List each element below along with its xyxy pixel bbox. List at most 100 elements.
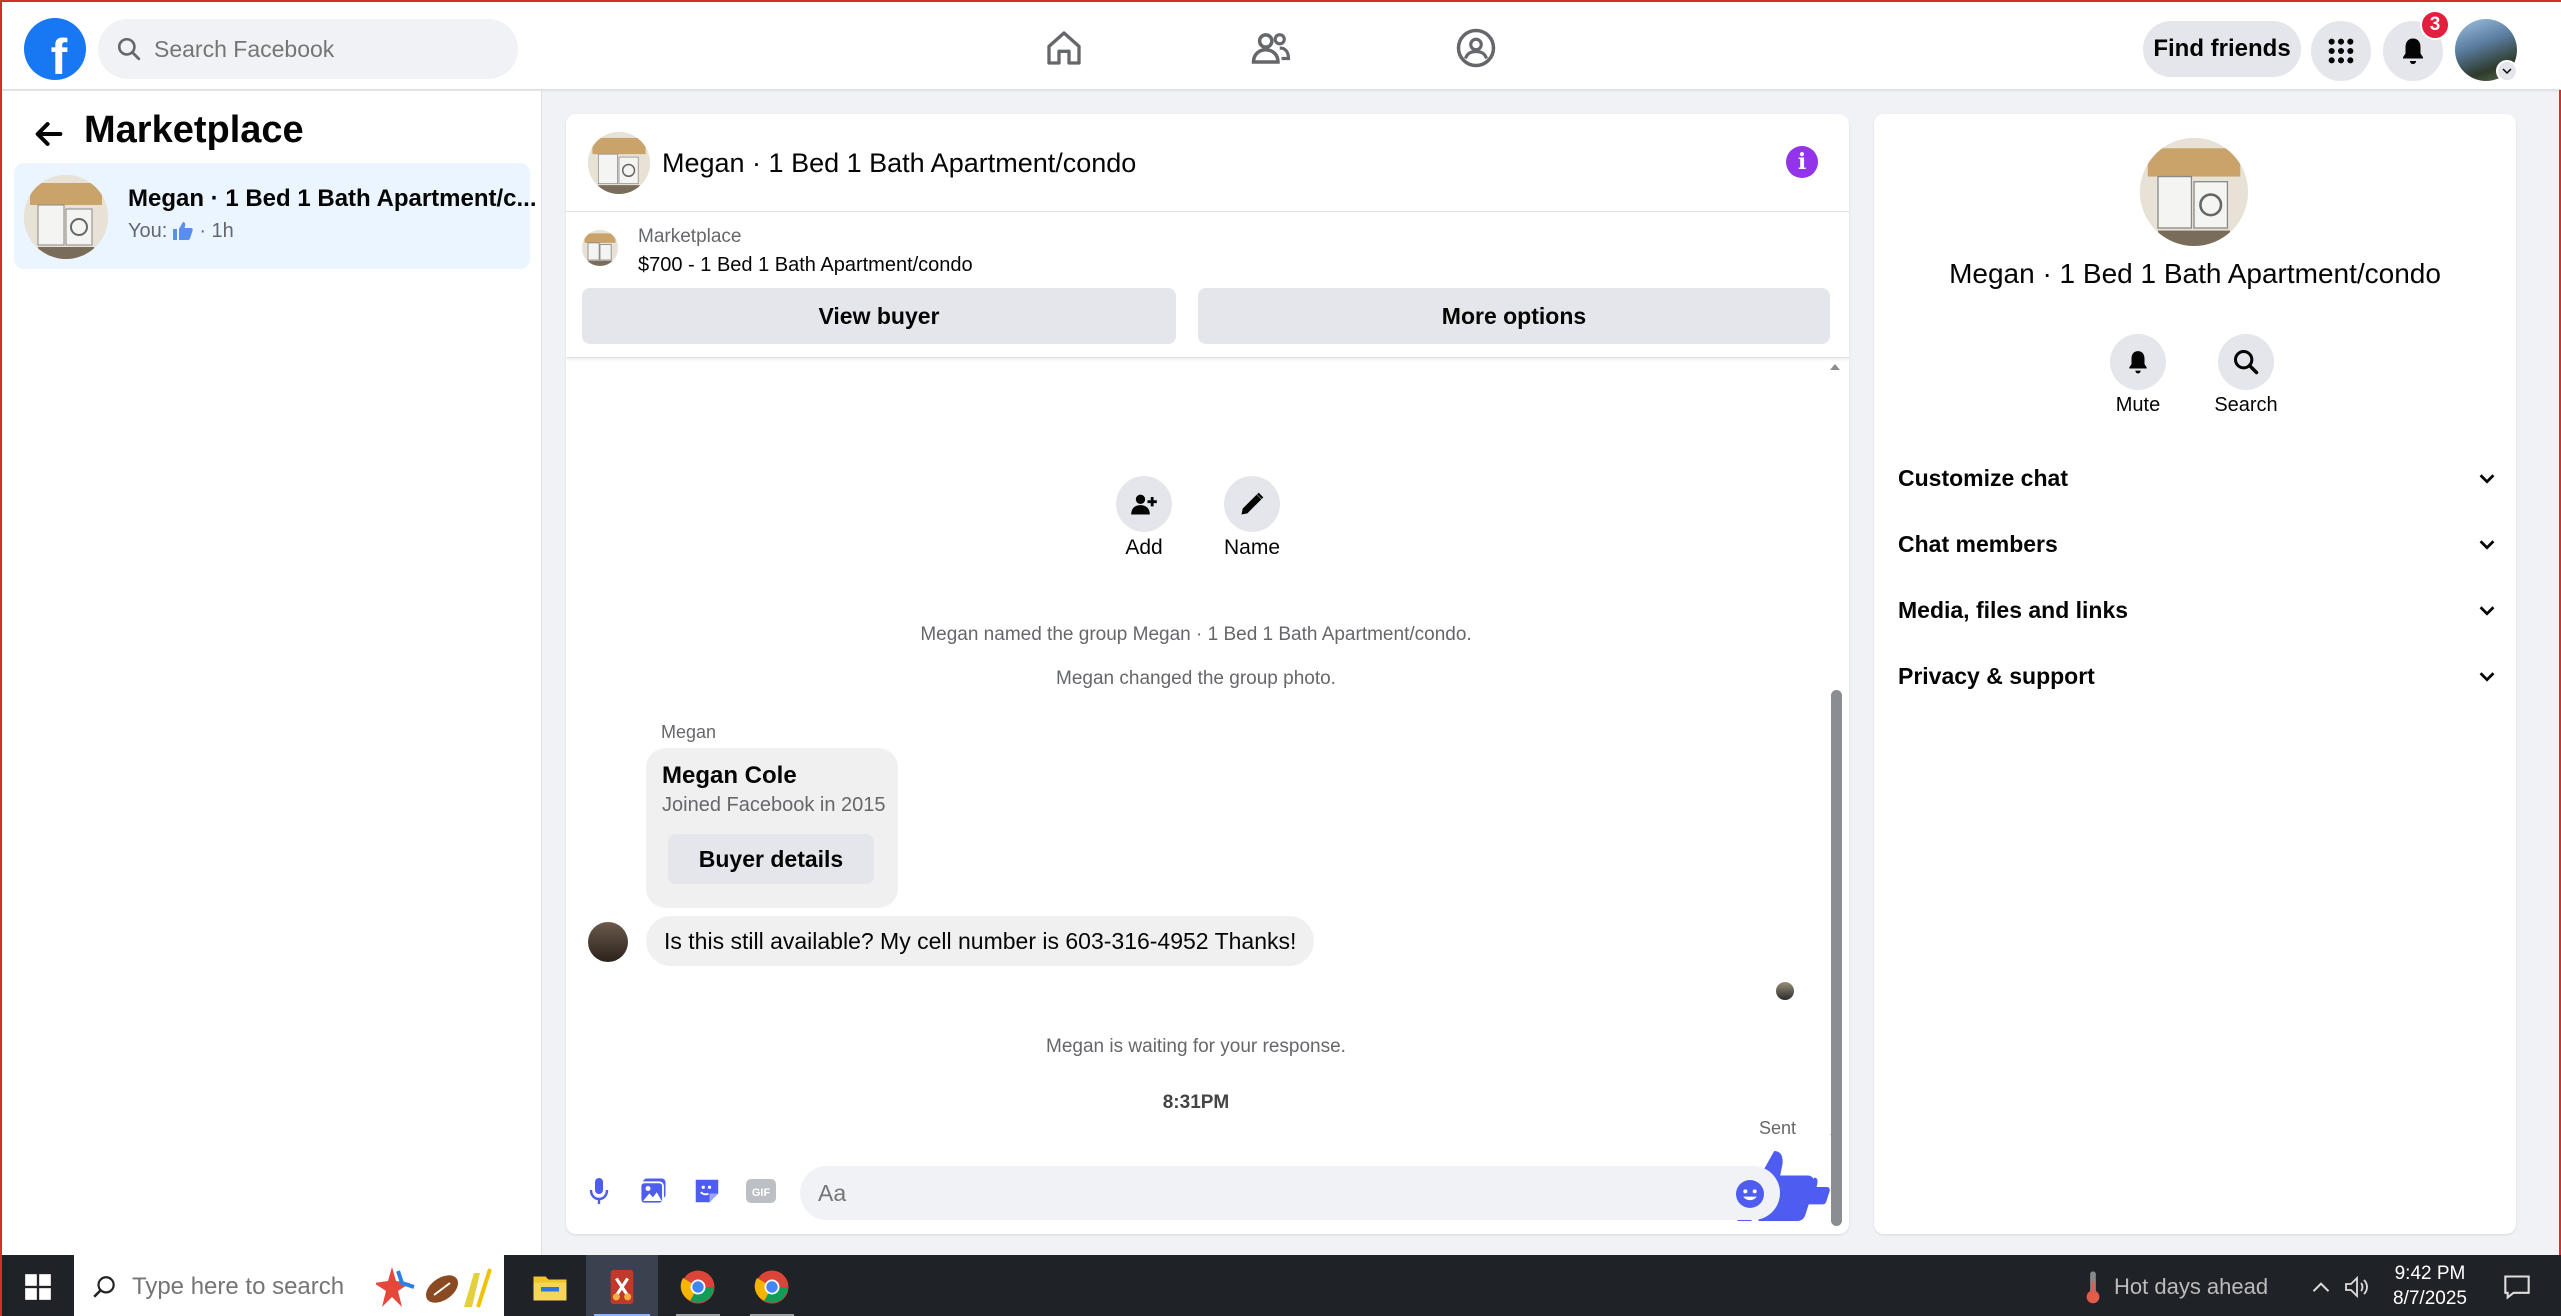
more-options-button[interactable]: More options: [1198, 288, 1830, 344]
snipping-tool-icon[interactable]: [586, 1255, 658, 1316]
section-label: Chat members: [1898, 530, 2058, 557]
search-icon: [93, 1275, 115, 1298]
sender-avatar[interactable]: [588, 922, 628, 962]
sidebar-title: Marketplace: [84, 109, 304, 151]
notification-count-badge: 3: [2420, 10, 2450, 40]
search-icon[interactable]: [2218, 334, 2274, 390]
add-person-icon[interactable]: [1116, 476, 1172, 532]
view-buyer-button[interactable]: View buyer: [582, 288, 1176, 344]
search-input[interactable]: [154, 35, 484, 63]
chat-title[interactable]: Megan · 1 Bed 1 Bath Apartment/condo: [662, 148, 1136, 179]
section-media-files-links[interactable]: Media, files and links: [1898, 585, 2498, 635]
chrome-icon[interactable]: [662, 1255, 734, 1316]
photo-icon[interactable]: [636, 1174, 670, 1208]
taskbar-search-box[interactable]: [74, 1255, 504, 1316]
message-timestamp: 8:31PM: [1162, 1092, 1230, 1113]
listing-thumbnail: [24, 175, 108, 259]
top-navigation-bar: f Find friends 3: [2, 2, 2561, 90]
message-input[interactable]: [818, 1179, 1698, 1207]
facebook-logo[interactable]: f: [24, 18, 86, 80]
thermometer-icon: [2086, 1270, 2100, 1303]
weather-text: Hot days ahead: [2114, 1273, 2269, 1299]
notification-center-icon[interactable]: [2500, 1255, 2534, 1316]
mute-label: Mute: [2115, 394, 2161, 416]
sender-name: Megan: [661, 722, 717, 742]
info-title: Megan · 1 Bed 1 Bath Apartment/condo: [1949, 258, 2441, 289]
buyer-info-card: Megan Cole Joined Facebook in 2015 Buyer…: [646, 748, 898, 908]
conversation-prefix: You:: [128, 219, 168, 242]
chat-header: Megan · 1 Bed 1 Bath Apartment/condo i: [566, 114, 1849, 212]
chat-group-photo[interactable]: [588, 132, 650, 194]
section-privacy-support[interactable]: Privacy & support: [1898, 651, 2498, 701]
chevron-down-icon[interactable]: [2496, 60, 2518, 82]
add-action-label: Add: [1125, 536, 1163, 559]
menu-grid-icon[interactable]: [2311, 21, 2371, 81]
message-input-box[interactable]: [800, 1166, 1780, 1220]
section-label: Customize chat: [1898, 464, 2068, 491]
facebook-search-box[interactable]: [98, 19, 518, 79]
name-action-label: Name: [1223, 536, 1281, 559]
gif-icon[interactable]: GIF: [744, 1174, 778, 1208]
chevron-down-icon: [2479, 474, 2495, 484]
chat-panel: Megan · 1 Bed 1 Bath Apartment/condo i M…: [566, 114, 1849, 1234]
info-icon[interactable]: i: [1786, 146, 1818, 178]
search-highlight-icon: [376, 1267, 492, 1308]
read-receipt-avatar: [1776, 982, 1794, 1000]
microphone-icon[interactable]: [582, 1174, 616, 1208]
search-icon: [117, 37, 141, 61]
chevron-down-icon: [2479, 606, 2495, 616]
back-arrow-icon[interactable]: [32, 117, 66, 151]
conversation-list-item[interactable]: Megan · 1 Bed 1 Bath Apartment/c... You:…: [14, 163, 537, 269]
marketplace-sidebar: Marketplace Megan · 1 Bed 1 Bath Apartme…: [2, 91, 542, 1255]
scrollbar-thumb[interactable]: [1831, 690, 1842, 1226]
svg-text:GIF: GIF: [752, 1187, 771, 1199]
like-icon: [173, 222, 194, 240]
find-friends-button[interactable]: Find friends: [2143, 21, 2301, 77]
conversation-preview: You: · 1h: [128, 219, 234, 243]
sticker-icon[interactable]: [690, 1174, 724, 1208]
listing-source-label: Marketplace: [638, 226, 742, 247]
pencil-icon[interactable]: [1224, 476, 1280, 532]
file-explorer-icon[interactable]: [514, 1255, 586, 1316]
taskbar-search-input[interactable]: [132, 1272, 382, 1301]
system-message: Megan changed the group photo.: [1056, 668, 1336, 689]
sent-status: Sent: [1759, 1118, 1797, 1138]
chevron-down-icon: [2479, 672, 2495, 682]
section-label: Privacy & support: [1898, 662, 2095, 689]
mute-bell-icon[interactable]: [2110, 334, 2166, 390]
friends-icon[interactable]: [1243, 20, 1299, 76]
clock-date: 8/7/2025: [2393, 1288, 2467, 1309]
section-label: Media, files and links: [1898, 596, 2129, 623]
message-bubble[interactable]: Is this still available? My cell number …: [646, 916, 1315, 966]
listing-thumbnail-small: [582, 230, 618, 266]
chevron-down-icon: [2479, 540, 2495, 550]
conversation-name: Megan · 1 Bed 1 Bath Apartment/c...: [128, 185, 537, 212]
buyer-joined: Joined Facebook in 2015: [662, 794, 886, 816]
info-group-photo[interactable]: [2140, 138, 2248, 246]
groups-icon[interactable]: [1448, 20, 1504, 76]
section-customize-chat[interactable]: Customize chat: [1898, 453, 2498, 503]
weather-widget[interactable]: Hot days ahead: [2082, 1255, 2268, 1316]
section-chat-members[interactable]: Chat members: [1898, 519, 2498, 569]
conversation-time: · 1h: [199, 219, 234, 242]
search-label: Search: [2214, 394, 2278, 416]
chevron-up-icon[interactable]: [2304, 1255, 2338, 1316]
emoji-icon[interactable]: [1734, 1178, 1766, 1210]
windows-start-icon[interactable]: [2, 1255, 74, 1316]
waiting-notice: Megan is waiting for your response.: [1046, 1036, 1346, 1057]
home-icon[interactable]: [1036, 20, 1092, 76]
buyer-name: Megan Cole: [662, 762, 797, 789]
listing-price-title[interactable]: $700 - 1 Bed 1 Bath Apartment/condo: [638, 254, 973, 277]
message-thread: Add Name Megan named the group Megan · 1…: [566, 360, 1849, 1221]
chrome-profile-icon[interactable]: [736, 1255, 808, 1316]
message-composer: GIF: [566, 1154, 1849, 1234]
clock-time: 9:42 PM: [2394, 1263, 2466, 1284]
volume-icon[interactable]: [2340, 1255, 2374, 1316]
windows-taskbar: Hot days ahead 9:42 PM 8/7/2025: [2, 1255, 2561, 1316]
conversation-info-panel: Megan · 1 Bed 1 Bath Apartment/condo Mut…: [1874, 114, 2516, 1234]
facebook-logo-letter: f: [50, 29, 68, 80]
system-message: Megan named the group Megan · 1 Bed 1 Ba…: [920, 624, 1472, 645]
taskbar-clock[interactable]: 9:42 PM 8/7/2025: [2370, 1261, 2490, 1311]
buyer-details-button[interactable]: Buyer details: [668, 834, 874, 884]
send-like-icon[interactable]: [1798, 1174, 1832, 1208]
